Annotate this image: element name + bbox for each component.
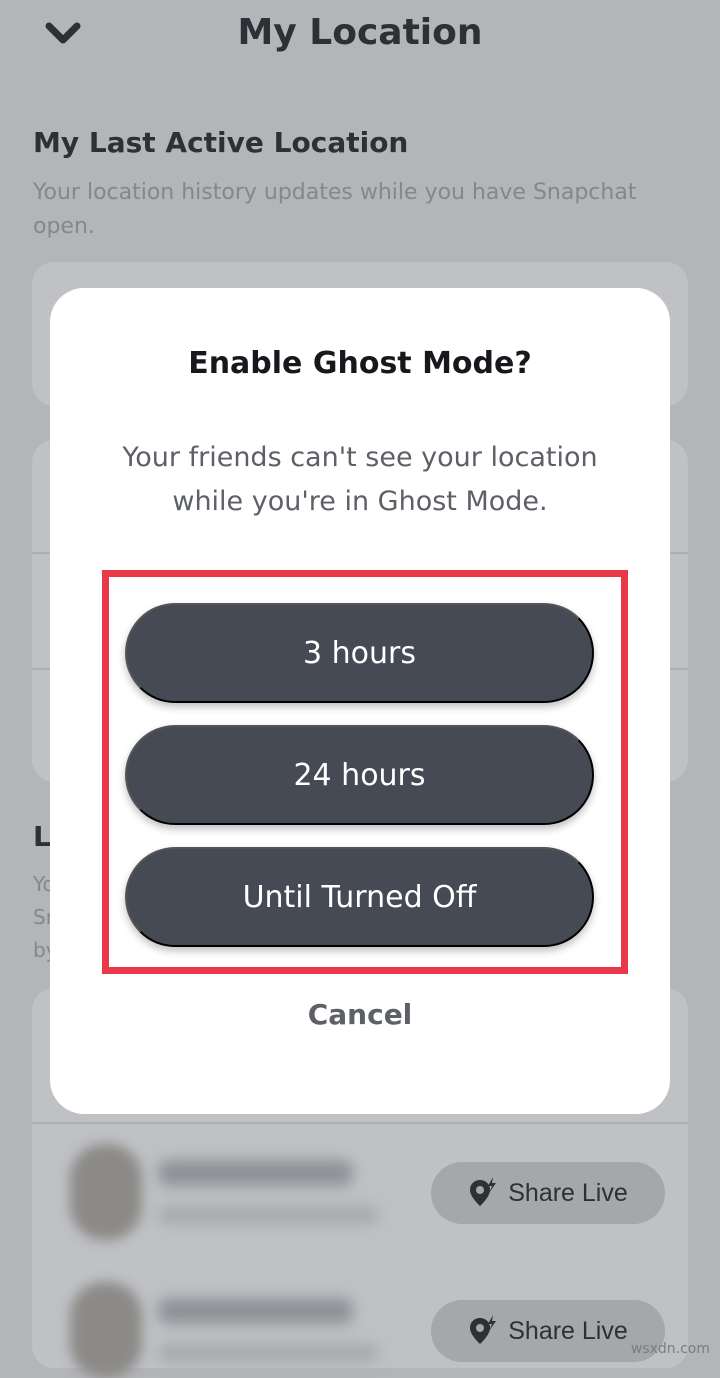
option-until-turned-off-button[interactable]: Until Turned Off (125, 847, 594, 947)
divider (32, 1122, 688, 1124)
location-pin-icon (470, 1177, 497, 1206)
friend-name-blurred (158, 1160, 353, 1186)
friend-name-blurred (158, 1298, 353, 1324)
dialog-message: Your friends can't see your location whi… (122, 442, 598, 517)
last-active-title: My Last Active Location (33, 126, 409, 159)
last-active-description: Your location history updates while you … (33, 180, 637, 239)
watermark: wsxdn.com (630, 1341, 710, 1357)
avatar (70, 1144, 142, 1240)
option-24-hours-button[interactable]: 24 hours (125, 725, 594, 825)
header: My Location (0, 0, 720, 80)
location-pin-icon (470, 1315, 497, 1344)
cancel-button[interactable]: Cancel (50, 998, 670, 1031)
share-live-button[interactable]: Share Live (431, 1162, 665, 1224)
share-live-label: Share Live (508, 1178, 628, 1207)
dialog-title: Enable Ghost Mode? (188, 346, 532, 381)
option-3-hours-button[interactable]: 3 hours (125, 603, 594, 703)
section-title-partial: L (33, 820, 51, 853)
page-title: My Location (237, 12, 483, 53)
friend-status-blurred (158, 1206, 378, 1224)
ghost-mode-dialog: Enable Ghost Mode? Your friends can't se… (50, 288, 670, 1114)
friend-status-blurred (158, 1344, 378, 1362)
avatar (70, 1282, 142, 1378)
share-live-label: Share Live (508, 1316, 628, 1345)
